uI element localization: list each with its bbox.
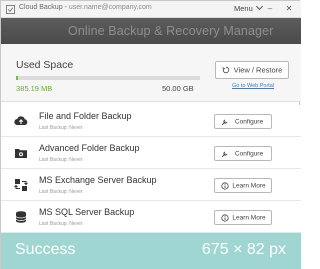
menu-label: Menu bbox=[234, 4, 253, 13]
row-last-backup: Last Backup: Never bbox=[39, 157, 83, 163]
database-icon bbox=[15, 211, 27, 223]
learn-more-label: Learn More bbox=[232, 214, 266, 221]
app-window: Cloud Backup - user.name@company.com Men… bbox=[0, 0, 301, 269]
row-title: MS Exchange Server Backup bbox=[39, 175, 157, 185]
row-last-backup: Last Backup: Never bbox=[39, 221, 83, 227]
folder-camera-icon bbox=[15, 149, 27, 158]
user-email: user.name@company.com bbox=[68, 4, 152, 11]
image-dimensions: 675 × 82 px bbox=[201, 241, 286, 258]
row-title: MS SQL Server Backup bbox=[39, 207, 135, 217]
app-logo-icon bbox=[6, 5, 15, 14]
view-restore-label: View / Restore bbox=[233, 65, 283, 75]
configure-label: Configure bbox=[234, 118, 264, 125]
minimize-button[interactable]: – bbox=[263, 2, 277, 16]
storage-progress-fill bbox=[16, 76, 18, 80]
learn-more-label: Learn More bbox=[232, 182, 266, 189]
configure-label: Configure bbox=[234, 150, 264, 157]
success-status: Success bbox=[15, 241, 76, 258]
list-item: File and Folder Backup Last Backup: Neve… bbox=[1, 105, 301, 137]
list-item: Advanced Folder Backup Last Backup: Neve… bbox=[1, 137, 301, 169]
close-button[interactable]: ✕ bbox=[282, 2, 296, 16]
success-overlay: Success 675 × 82 px bbox=[1, 233, 301, 269]
used-amount: 385.19 MB bbox=[16, 84, 53, 93]
learn-more-button[interactable]: Learn More bbox=[214, 178, 272, 193]
exchange-server-icon bbox=[14, 179, 28, 191]
header-banner: Online Backup & Recovery Manager bbox=[1, 18, 301, 44]
window-title: Cloud Backup - user.name@company.com bbox=[19, 4, 152, 11]
menu-dropdown[interactable]: Menu bbox=[234, 2, 263, 13]
title-bar: Cloud Backup - user.name@company.com Men… bbox=[1, 1, 301, 18]
list-item: MS Exchange Server Backup Last Backup: N… bbox=[1, 169, 301, 201]
view-restore-button[interactable]: View / Restore bbox=[215, 61, 289, 79]
row-last-backup: Last Backup: Never bbox=[39, 189, 83, 195]
app-name: Cloud Backup bbox=[19, 4, 63, 11]
cloud-upload-icon bbox=[14, 116, 28, 126]
web-portal-link[interactable]: Go to Web Portal bbox=[232, 83, 274, 89]
learn-more-button[interactable]: Learn More bbox=[214, 210, 272, 225]
row-title: Advanced Folder Backup bbox=[39, 143, 140, 153]
row-title: File and Folder Backup bbox=[39, 111, 132, 121]
storage-progress-bar bbox=[16, 76, 200, 80]
banner-title: Online Backup & Recovery Manager bbox=[68, 24, 274, 38]
row-last-backup: Last Backup: Never bbox=[39, 125, 83, 131]
used-space-label: Used Space bbox=[16, 59, 74, 71]
chevron-down-icon bbox=[255, 2, 263, 11]
configure-button[interactable]: Configure bbox=[214, 146, 272, 161]
list-item: MS SQL Server Backup Last Backup: Never … bbox=[1, 201, 301, 233]
total-amount: 50.00 GB bbox=[162, 84, 194, 93]
configure-button[interactable]: Configure bbox=[214, 114, 272, 129]
